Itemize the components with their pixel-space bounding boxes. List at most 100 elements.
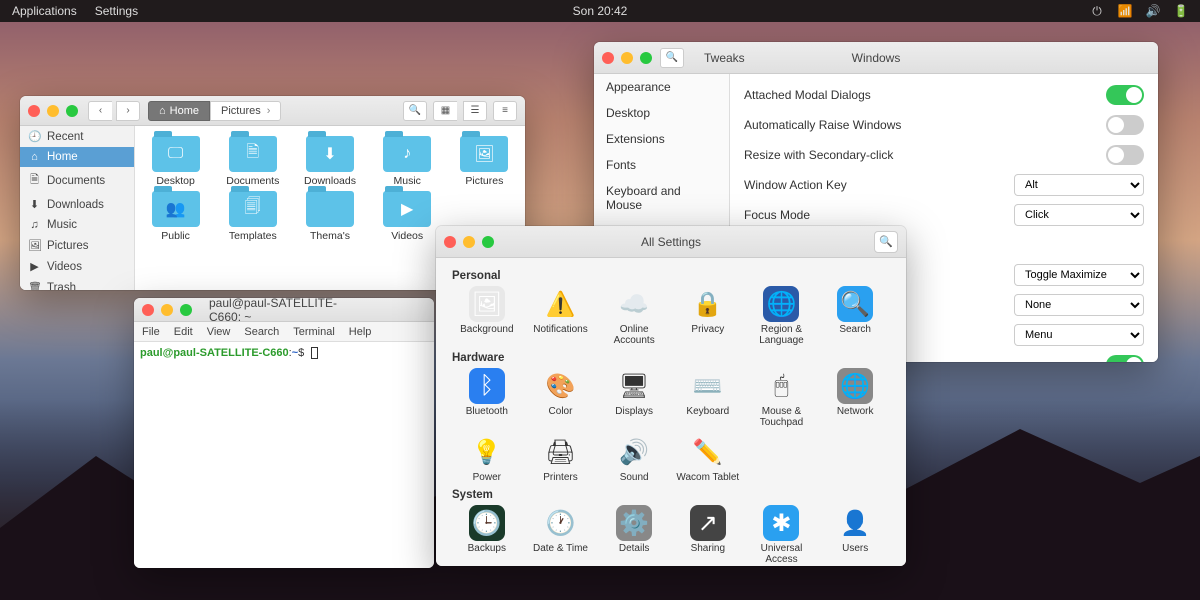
settings-item[interactable]: 🖱Mouse & Touchpad: [747, 366, 817, 430]
dropdown[interactable]: Menu: [1014, 324, 1144, 346]
sidebar-item[interactable]: ⬇Downloads: [20, 194, 134, 215]
tweaks-sidebar-item[interactable]: Keyboard and Mouse: [594, 178, 729, 218]
list-view-button[interactable]: ☰: [463, 101, 487, 121]
settings-item[interactable]: ⚠️Notifications: [526, 284, 596, 348]
folder[interactable]: ▶Videos: [371, 191, 444, 242]
search-button[interactable]: 🔍: [660, 48, 684, 68]
power-icon[interactable]: ⏻: [1090, 4, 1104, 18]
sidebar-item[interactable]: 🗑Trash: [20, 277, 134, 290]
settings-item-icon: ✱: [763, 505, 799, 541]
tweaks-sidebar-item[interactable]: Fonts: [594, 152, 729, 178]
sidebar-item-label: Music: [47, 219, 77, 231]
minimize-button[interactable]: [47, 105, 59, 117]
settings-item[interactable]: ᛒBluetooth: [452, 366, 522, 430]
maximize-button[interactable]: [66, 105, 78, 117]
tweaks-sidebar-item[interactable]: Extensions: [594, 126, 729, 152]
minimize-button[interactable]: [161, 304, 173, 316]
settings-item[interactable]: 🖼Background: [452, 284, 522, 348]
terminal-titlebar[interactable]: paul@paul-SATELLITE-C660: ~: [134, 298, 434, 322]
dropdown[interactable]: None: [1014, 294, 1144, 316]
maximize-button[interactable]: [180, 304, 192, 316]
minimize-button[interactable]: [621, 52, 633, 64]
terminal-menu-item[interactable]: File: [142, 326, 160, 338]
settings-item[interactable]: 💡Power: [452, 432, 522, 485]
settings-item[interactable]: 🖥Displays: [599, 366, 669, 430]
minimize-button[interactable]: [463, 236, 475, 248]
folder[interactable]: 🗐Templates: [216, 191, 289, 242]
settings-item[interactable]: 👤Users: [820, 503, 890, 566]
file-manager-titlebar[interactable]: ‹ › ⌂HomePictures › 🔍 ▦ ☰ ≡: [20, 96, 525, 126]
folder[interactable]: 🖵Desktop: [139, 136, 212, 187]
settings-item[interactable]: 🕒Backups: [452, 503, 522, 566]
settings-item[interactable]: 🔊Sound: [599, 432, 669, 485]
folder[interactable]: 👥Public: [139, 191, 212, 242]
search-button[interactable]: 🔍: [403, 101, 427, 121]
settings-item-icon: ↗: [690, 505, 726, 541]
forward-button[interactable]: ›: [116, 101, 140, 121]
sidebar-item[interactable]: ⌂Home: [20, 147, 134, 167]
folder-label: Music: [371, 175, 444, 187]
close-button[interactable]: [142, 304, 154, 316]
terminal-body[interactable]: paul@paul-SATELLITE-C660:~$: [134, 342, 434, 568]
settings-item[interactable]: 🔍Search: [820, 284, 890, 348]
toggle-switch[interactable]: [1106, 355, 1144, 362]
toggle-switch[interactable]: [1106, 85, 1144, 105]
close-button[interactable]: [444, 236, 456, 248]
toggle-switch[interactable]: [1106, 145, 1144, 165]
back-button[interactable]: ‹: [88, 101, 112, 121]
battery-icon[interactable]: 🔋: [1174, 4, 1188, 18]
settings-item[interactable]: 🌐Region & Language: [747, 284, 817, 348]
folder[interactable]: ♪Music: [371, 136, 444, 187]
grid-view-button[interactable]: ▦: [433, 101, 457, 121]
settings-item[interactable]: ✱Universal Access: [747, 503, 817, 566]
hamburger-menu-button[interactable]: ≡: [493, 101, 517, 121]
wifi-icon[interactable]: 📶: [1118, 4, 1132, 18]
settings-titlebar[interactable]: All Settings 🔍: [436, 226, 906, 258]
terminal-menu-item[interactable]: Edit: [174, 326, 193, 338]
terminal-menu-item[interactable]: Search: [244, 326, 279, 338]
close-button[interactable]: [28, 105, 40, 117]
maximize-button[interactable]: [640, 52, 652, 64]
dropdown[interactable]: Alt: [1014, 174, 1144, 196]
dropdown[interactable]: Toggle Maximize: [1014, 264, 1144, 286]
toggle-switch[interactable]: [1106, 115, 1144, 135]
settings-item[interactable]: 🌐Network: [820, 366, 890, 430]
settings-item[interactable]: 🕐Date & Time: [526, 503, 596, 566]
tweaks-sidebar-item[interactable]: Appearance: [594, 74, 729, 100]
settings-item[interactable]: ✏️Wacom Tablet: [673, 432, 743, 485]
sidebar-item[interactable]: 🗎Documents: [20, 167, 134, 194]
sidebar-item[interactable]: ▶Videos: [20, 256, 134, 277]
settings-item[interactable]: ☁️Online Accounts: [599, 284, 669, 348]
settings-item[interactable]: ⚙️Details: [599, 503, 669, 566]
clock[interactable]: Son 20:42: [573, 4, 628, 18]
folder[interactable]: ⬇Downloads: [293, 136, 366, 187]
terminal-menu-item[interactable]: View: [207, 326, 231, 338]
settings-item[interactable]: 🔒Privacy: [673, 284, 743, 348]
volume-icon[interactable]: 🔊: [1146, 4, 1160, 18]
tweaks-sidebar-item[interactable]: Desktop: [594, 100, 729, 126]
folder[interactable]: Thema's: [293, 191, 366, 242]
settings-search[interactable]: [874, 231, 898, 253]
breadcrumb-item[interactable]: Pictures ›: [210, 101, 281, 121]
settings-item-label: Sharing: [673, 543, 743, 554]
sidebar-item[interactable]: 🕘Recent: [20, 126, 134, 147]
folder[interactable]: 🗎Documents: [216, 136, 289, 187]
dropdown[interactable]: Click: [1014, 204, 1144, 226]
sidebar-item[interactable]: 🖼Pictures: [20, 235, 134, 256]
settings-item[interactable]: 🖨Printers: [526, 432, 596, 485]
tweaks-titlebar[interactable]: 🔍 Tweaks Windows: [594, 42, 1158, 74]
settings-item[interactable]: 🎨Color: [526, 366, 596, 430]
menubar-item-settings[interactable]: Settings: [95, 4, 138, 18]
sidebar-item[interactable]: ♫Music: [20, 215, 134, 235]
settings-item[interactable]: ⌨️Keyboard: [673, 366, 743, 430]
terminal-menu-item[interactable]: Help: [349, 326, 372, 338]
terminal-menu-item[interactable]: Terminal: [293, 326, 335, 338]
close-button[interactable]: [602, 52, 614, 64]
folder[interactable]: 🖼Pictures: [448, 136, 521, 187]
settings-item[interactable]: ↗ Sharing: [673, 503, 743, 566]
maximize-button[interactable]: [482, 236, 494, 248]
settings-item-label: Online Accounts: [599, 324, 669, 346]
settings-item-label: Backups: [452, 543, 522, 554]
breadcrumb-item[interactable]: ⌂Home: [148, 101, 210, 121]
menubar-item-applications[interactable]: Applications: [12, 4, 77, 18]
